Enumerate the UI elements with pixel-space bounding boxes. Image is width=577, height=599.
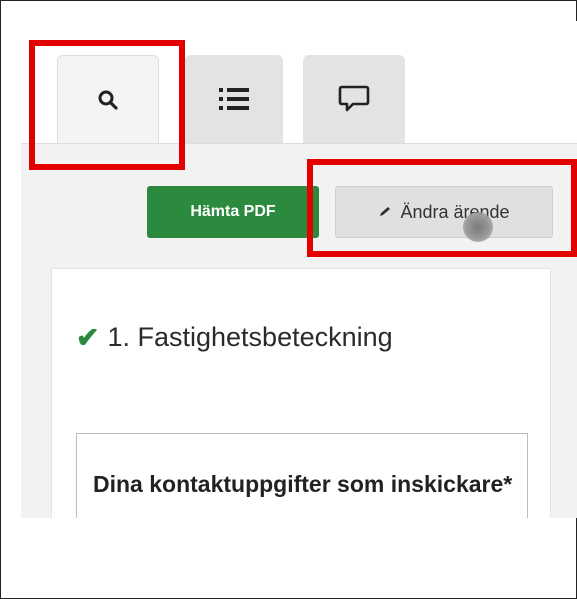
comment-icon — [338, 84, 370, 114]
contact-info-label: Dina kontaktuppgifter som inskickare* — [93, 471, 513, 497]
download-pdf-label: Hämta PDF — [190, 203, 276, 220]
screenshot-frame: Hämta PDF Ändra ärende ✔ 1. Fastighetsbe… — [0, 0, 577, 599]
form-card: ✔ 1. Fastighetsbeteckning Dina kontaktup… — [51, 268, 551, 518]
list-icon — [218, 86, 250, 112]
tab-list[interactable] — [185, 55, 283, 143]
highlight-edit-button — [307, 159, 577, 257]
contact-info-box: Dina kontaktuppgifter som inskickare* — [76, 433, 528, 518]
section-heading: ✔ 1. Fastighetsbeteckning — [76, 321, 393, 354]
tab-comments[interactable] — [303, 55, 405, 143]
section-title-text: 1. Fastighetsbeteckning — [107, 322, 393, 352]
checkmark-icon: ✔ — [76, 322, 100, 353]
download-pdf-button[interactable]: Hämta PDF — [147, 186, 319, 238]
highlight-search-tab — [29, 40, 185, 170]
